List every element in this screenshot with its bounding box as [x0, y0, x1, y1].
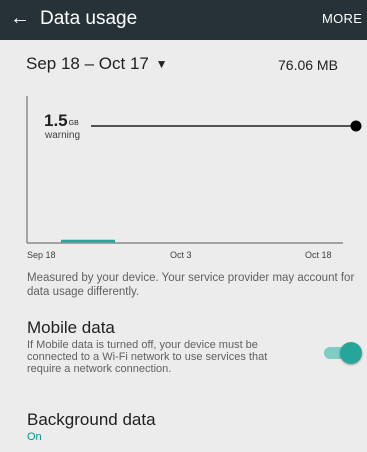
background-data-value: On: [27, 431, 42, 443]
background-data-title[interactable]: Background data: [27, 410, 156, 430]
warning-limit-handle: [350, 120, 362, 132]
measurement-note: Measured by your device. Your service pr…: [27, 272, 355, 298]
toggle-thumb: [340, 342, 362, 364]
warning-label: warning: [45, 130, 81, 141]
mobile-data-toggle[interactable]: [322, 342, 362, 364]
mobile-data-description: If Mobile data is turned off, your devic…: [27, 339, 268, 375]
x-tick-label-start: Sep 18: [27, 250, 56, 260]
usage-chart: 1.5GB warning Sep 18 Oct 3 Oct 18: [0, 0, 367, 270]
x-tick-label-end: Oct 18: [305, 250, 332, 260]
mobile-data-title[interactable]: Mobile data: [27, 318, 115, 338]
x-tick-label-mid: Oct 3: [170, 250, 192, 260]
